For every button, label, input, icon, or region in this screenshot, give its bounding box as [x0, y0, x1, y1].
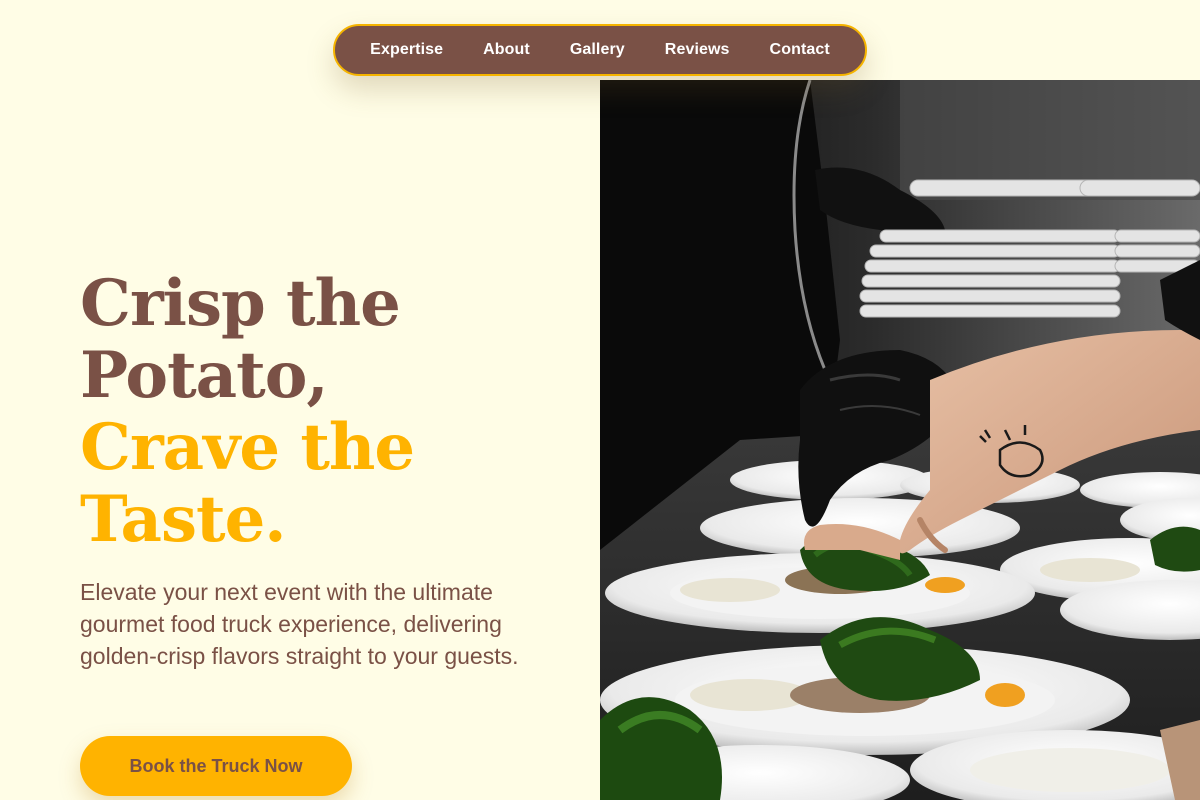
book-truck-button[interactable]: Book the Truck Now — [80, 736, 352, 796]
hero-description: Elevate your next event with the ultimat… — [80, 579, 519, 669]
main-nav: Expertise About Gallery Reviews Contact — [333, 24, 867, 76]
nav-link-about[interactable]: About — [463, 26, 550, 74]
nav-link-reviews[interactable]: Reviews — [645, 26, 750, 74]
hero-title-line-3: Crave the — [80, 410, 415, 485]
nav-link-contact[interactable]: Contact — [750, 26, 850, 74]
hero-title: Crisp the Potato, Crave the Taste. — [80, 266, 415, 557]
nav-link-gallery[interactable]: Gallery — [550, 26, 645, 74]
hero-title-line-4: Taste. — [80, 482, 287, 557]
hero-title-line-1: Crisp the — [80, 266, 401, 341]
hero-image — [600, 80, 1200, 800]
hero-title-line-2: Potato, — [80, 338, 329, 413]
nav-link-expertise[interactable]: Expertise — [350, 26, 463, 74]
